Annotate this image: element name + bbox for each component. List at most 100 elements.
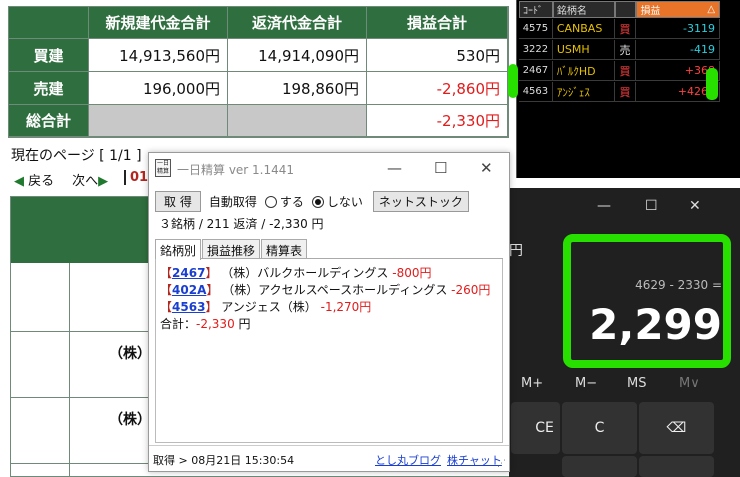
ticker-row[interactable]: 4575 CANBAS 買 -3119 (519, 19, 720, 39)
grand-settle-total-empty (228, 105, 367, 137)
buy-new-total: 14,913,560円 (89, 39, 228, 72)
highlight-mark (508, 64, 518, 98)
clear-button[interactable]: C (562, 402, 637, 454)
radio-off-label: しない (326, 195, 363, 209)
blog-link[interactable]: とし丸ブログ (375, 452, 441, 468)
stock-code-link[interactable]: 402A (172, 283, 206, 297)
ticker-code: 4563 (519, 82, 553, 101)
ticker-header-pl-label: 損益 (640, 6, 661, 17)
ticker-name: USMH (553, 40, 615, 59)
app-icon: 一日 精算 (155, 159, 171, 177)
ticker-code: 3222 (519, 40, 553, 59)
total-unit: 円 (238, 317, 251, 331)
popup-toolbar: 取 得 自動取得 する しない ネットストック (155, 191, 469, 212)
daily-settlement-window: 一日 精算 一日精算 ver 1.1441 — ☐ ✕ 取 得 自動取得 する … (148, 152, 510, 472)
resize-grip-icon[interactable]: ⋰ (497, 459, 506, 469)
total-line: 合計：-2,330 円 (160, 316, 498, 333)
get-button[interactable]: 取 得 (155, 191, 201, 212)
calc-key-partial[interactable] (562, 456, 637, 477)
settlement-summary: ３銘柄 / 211 返済 / -2,330 円 (159, 217, 324, 231)
row-label-buy: 買建 (9, 39, 89, 72)
ticker-name: ｱﾝｼﾞｪｽ (553, 82, 615, 101)
back-link[interactable]: ◀ 戻る (14, 170, 54, 189)
ticker-header: ｺｰﾄﾞ 銘柄名 損益 △ (519, 1, 721, 18)
popup-statusbar: 取得 > 08月21日 15:30:54 とし丸ブログ 株チャット ⋰ (149, 445, 509, 471)
minimize-icon[interactable]: — (597, 198, 611, 214)
ticker-side: 買 (615, 61, 637, 80)
header-pl-total: 損益合計 (367, 7, 508, 39)
stock-entry: 【4563】 アンジェス（株） -1,270円 (160, 299, 498, 316)
calc-key-partial[interactable] (639, 456, 714, 477)
netstock-button[interactable]: ネットストック (372, 191, 469, 212)
next-link[interactable]: 次へ▶ (72, 170, 108, 189)
auto-get-label: 自動取得 (208, 195, 257, 209)
memory-list-button[interactable]: M∨ (679, 376, 700, 391)
calculator-titlebar: — ☐ ✕ (509, 188, 740, 226)
next-arrow-icon: ▶ (98, 174, 109, 189)
auto-get-on-radio[interactable]: する (264, 193, 304, 210)
summary-corner (9, 7, 89, 39)
buy-pl: 530円 (367, 39, 508, 72)
ticker-header-code[interactable]: ｺｰﾄﾞ (519, 1, 553, 18)
tab-settlement-sheet[interactable]: 精算表 (261, 239, 308, 258)
sell-pl: -2,860円 (367, 72, 508, 105)
by-stock-list: 【2467】 （株）バルクホールディングス -800円 【402A】 （株）アクセ… (155, 259, 503, 443)
clear-entry-button[interactable]: CE (511, 402, 560, 454)
next-label: 次へ (72, 174, 99, 189)
current-page-indicator: 現在のページ [ 1/1 ] (11, 148, 142, 164)
popup-tabs: 銘柄別 損益推移 精算表 (155, 239, 503, 260)
total-value: -2,330 (196, 317, 235, 331)
column-divider (69, 263, 70, 476)
backspace-icon[interactable]: ⌫ (639, 402, 714, 454)
calculator-window: — ☐ ✕ 円 4629 - 2330 = 2,299 M+ M− MS M∨ … (509, 188, 740, 477)
tab-by-stock[interactable]: 銘柄別 (155, 239, 202, 260)
bracket-close: 】 (205, 266, 218, 280)
ticker-header-name[interactable]: 銘柄名 (552, 1, 615, 18)
stock-entry: 【2467】 （株）バルクホールディングス -800円 (160, 265, 498, 282)
ticker-pl: -419 (636, 40, 720, 59)
row-label-sell: 売建 (9, 72, 89, 105)
bracket-open: 【 (160, 266, 173, 280)
ticker-code: 4575 (519, 19, 553, 38)
app-icon-text-top: 一日 (156, 160, 169, 167)
stock-code-link[interactable]: 4563 (172, 300, 205, 314)
ticker-header-side (614, 1, 637, 18)
tab-pl-trend[interactable]: 損益推移 (202, 239, 261, 258)
ticker-side: 買 (615, 19, 637, 38)
radio-on-label: する (279, 195, 304, 209)
popup-title: 一日精算 ver 1.1441 (177, 163, 295, 177)
buy-settle-total: 14,914,090円 (228, 39, 367, 72)
fetch-timestamp: 取得 > 08月21日 15:30:54 (153, 454, 295, 467)
auto-get-off-radio[interactable]: しない (311, 193, 363, 210)
ticker-code: 2467 (519, 61, 553, 80)
radio-selected-icon (311, 195, 324, 208)
close-icon[interactable]: ✕ (480, 159, 493, 177)
ticker-side: 買 (615, 82, 637, 101)
ticker-row[interactable]: 4563 ｱﾝｼﾞｪｽ買 +4261 (519, 82, 720, 102)
bracket-close: 】 (206, 283, 219, 297)
popup-titlebar: 一日 精算 一日精算 ver 1.1441 — ☐ ✕ (149, 153, 509, 185)
minimize-icon[interactable]: — (387, 159, 402, 177)
row-label-grand-total: 総合計 (9, 105, 89, 137)
back-label: 戻る (28, 174, 55, 189)
ticker-header-pl[interactable]: 損益 △ (636, 1, 721, 18)
stock-chat-link[interactable]: 株チャット (447, 452, 502, 468)
close-icon[interactable]: ✕ (689, 198, 701, 214)
ticker-name: ﾊﾞﾙｸHD (553, 61, 615, 80)
sell-settle-total: 198,860円 (228, 72, 367, 105)
stock-pl: -1,270円 (320, 300, 372, 314)
stock-name: （株）バルクホールディングス (221, 266, 389, 280)
ticker-row[interactable]: 3222 USMH 売 -419 (519, 40, 720, 60)
maximize-icon[interactable]: ☐ (434, 159, 447, 177)
company-name-partial: （株） (109, 346, 151, 362)
memory-subtract-button[interactable]: M− (575, 376, 597, 391)
maximize-icon[interactable]: ☐ (645, 198, 658, 214)
ticker-pl: -3119 (636, 19, 720, 38)
sell-new-total: 196,000円 (89, 72, 228, 105)
page-number-link[interactable]: 01 (124, 170, 148, 185)
memory-store-button[interactable]: MS (627, 376, 646, 391)
memory-add-button[interactable]: M+ (521, 376, 543, 391)
stock-code-link[interactable]: 2467 (172, 266, 205, 280)
stock-name: （株）アクセルスペースホールディングス (222, 283, 448, 297)
ticker-row[interactable]: 2467 ﾊﾞﾙｸHD 買 +368 (519, 61, 720, 81)
